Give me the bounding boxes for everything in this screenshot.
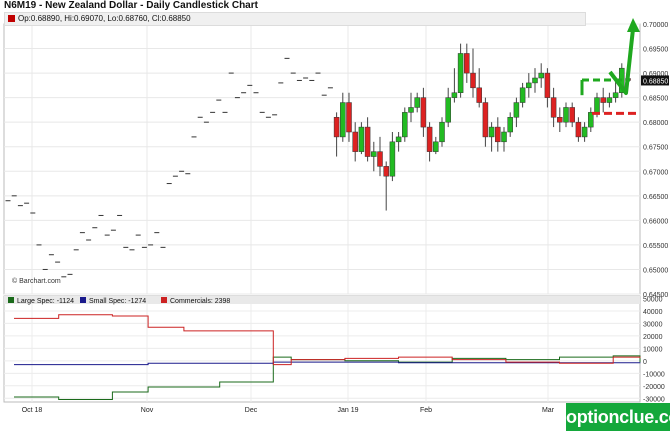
candle-body	[395, 136, 402, 143]
x-tick-label: Nov	[141, 407, 154, 414]
x-tick-label: Jan 19	[337, 407, 358, 414]
cot-tick-label: 0	[643, 359, 647, 366]
cot-tick-label: 30000	[643, 321, 663, 328]
candle-body	[470, 72, 476, 89]
cot-tick-label: 40000	[643, 309, 663, 316]
cot-tick-label: -20000	[643, 384, 665, 391]
chart-title: N6M19 - New Zealand Dollar - Daily Candl…	[4, 0, 258, 11]
candle	[402, 107, 408, 142]
cot-tick-label: -10000	[643, 371, 665, 378]
candle-body	[544, 72, 551, 98]
price-tick-label: 0.68500	[643, 96, 668, 103]
price-tick-label: 0.67000	[643, 169, 668, 176]
price-tick-label: 0.68000	[643, 120, 668, 127]
candle-body	[563, 107, 569, 123]
candle-body	[389, 141, 396, 177]
candle-body	[426, 126, 433, 152]
x-tick-label: Dec	[245, 407, 258, 414]
candle-body	[408, 107, 414, 113]
price-tick-label: 0.66500	[643, 194, 668, 201]
candle-body	[439, 121, 445, 143]
candle-body	[575, 121, 582, 138]
ohlc-text: Op:0.68890, Hi:0.69070, Lo:0.68760, Cl:0…	[18, 14, 191, 23]
candle-body	[600, 97, 606, 103]
candle-body	[501, 131, 507, 143]
x-axis: Oct 18 Nov Dec Jan 19 Feb Mar	[22, 407, 555, 414]
candle-body	[606, 97, 613, 103]
legend-swatch	[8, 297, 14, 303]
candle-body	[476, 87, 482, 103]
candle-body	[451, 92, 458, 98]
cot-y-axis: 50000400003000020000100000-10000-20000-3…	[643, 296, 665, 403]
candle-body	[581, 126, 588, 138]
candle-body	[612, 92, 619, 98]
price-tick-label: 0.65500	[643, 243, 668, 250]
candle-body	[333, 117, 340, 138]
price-tick-label: 0.65000	[643, 267, 668, 274]
candle-body	[538, 72, 544, 79]
x-tick-label: Feb	[420, 407, 432, 414]
x-tick-label: Mar	[542, 407, 555, 414]
cot-legend: Large Spec: -1124 Small Spec: -1274 Commer…	[8, 297, 230, 305]
candle-body	[371, 151, 377, 157]
optionclue-watermark: optionclue.com	[566, 403, 670, 431]
candle-body	[445, 97, 451, 123]
price-tick-label: 0.66000	[643, 218, 668, 225]
legend-label: Small Spec: -1274	[89, 298, 146, 305]
candle-body	[495, 126, 501, 143]
candle-body	[383, 166, 389, 177]
candle-body	[433, 141, 439, 152]
candle-body	[507, 117, 513, 133]
price-y-axis: 0.700000.695000.690000.688500.685000.680…	[641, 22, 669, 299]
candle-body	[569, 107, 575, 123]
candle-body	[550, 97, 557, 118]
legend-swatch	[80, 297, 86, 303]
candle-body	[346, 102, 352, 133]
price-frame	[3, 23, 641, 295]
ohlc-swatch	[8, 15, 15, 22]
cot-tick-label: 50000	[643, 296, 663, 303]
candle-body	[352, 131, 358, 152]
candle-body	[513, 102, 520, 118]
x-tick-label: Oct 18	[22, 407, 43, 414]
candle-body	[519, 87, 526, 103]
candle-body	[594, 97, 600, 113]
candle-body	[464, 53, 470, 74]
candlestick-chart: 0.700000.695000.690000.688500.685000.680…	[3, 18, 669, 414]
candle-body	[402, 112, 408, 138]
legend-swatch	[161, 297, 167, 303]
candle-body	[364, 126, 371, 157]
candle-body	[532, 77, 538, 84]
price-grid	[3, 23, 641, 295]
candle-body	[377, 151, 383, 167]
cot-tick-label: 20000	[643, 334, 663, 341]
candle-body	[488, 126, 495, 138]
candle	[358, 122, 365, 155]
price-tick-label: 0.69500	[643, 47, 668, 54]
ohlc-readout: Op:0.68890, Hi:0.69070, Lo:0.68760, Cl:0…	[4, 12, 586, 26]
legend-label: Commercials: 2398	[170, 298, 230, 305]
legend-label: Large Spec: -1124	[17, 298, 74, 305]
price-tick-label: 0.70000	[643, 22, 668, 29]
cot-tick-label: 10000	[643, 346, 663, 353]
candle-body	[340, 102, 346, 138]
candle-body	[526, 82, 532, 89]
candle-body	[557, 117, 563, 123]
candle-body	[414, 97, 420, 108]
last-price-label: 0.68850	[643, 78, 668, 85]
barchart-credit: © Barchart.com	[12, 278, 61, 285]
candle-body	[457, 53, 464, 93]
candle-body	[482, 102, 489, 138]
candle-body	[420, 97, 427, 128]
price-tick-label: 0.67500	[643, 145, 668, 152]
candle-body	[358, 126, 365, 152]
cot-grid	[3, 295, 641, 403]
